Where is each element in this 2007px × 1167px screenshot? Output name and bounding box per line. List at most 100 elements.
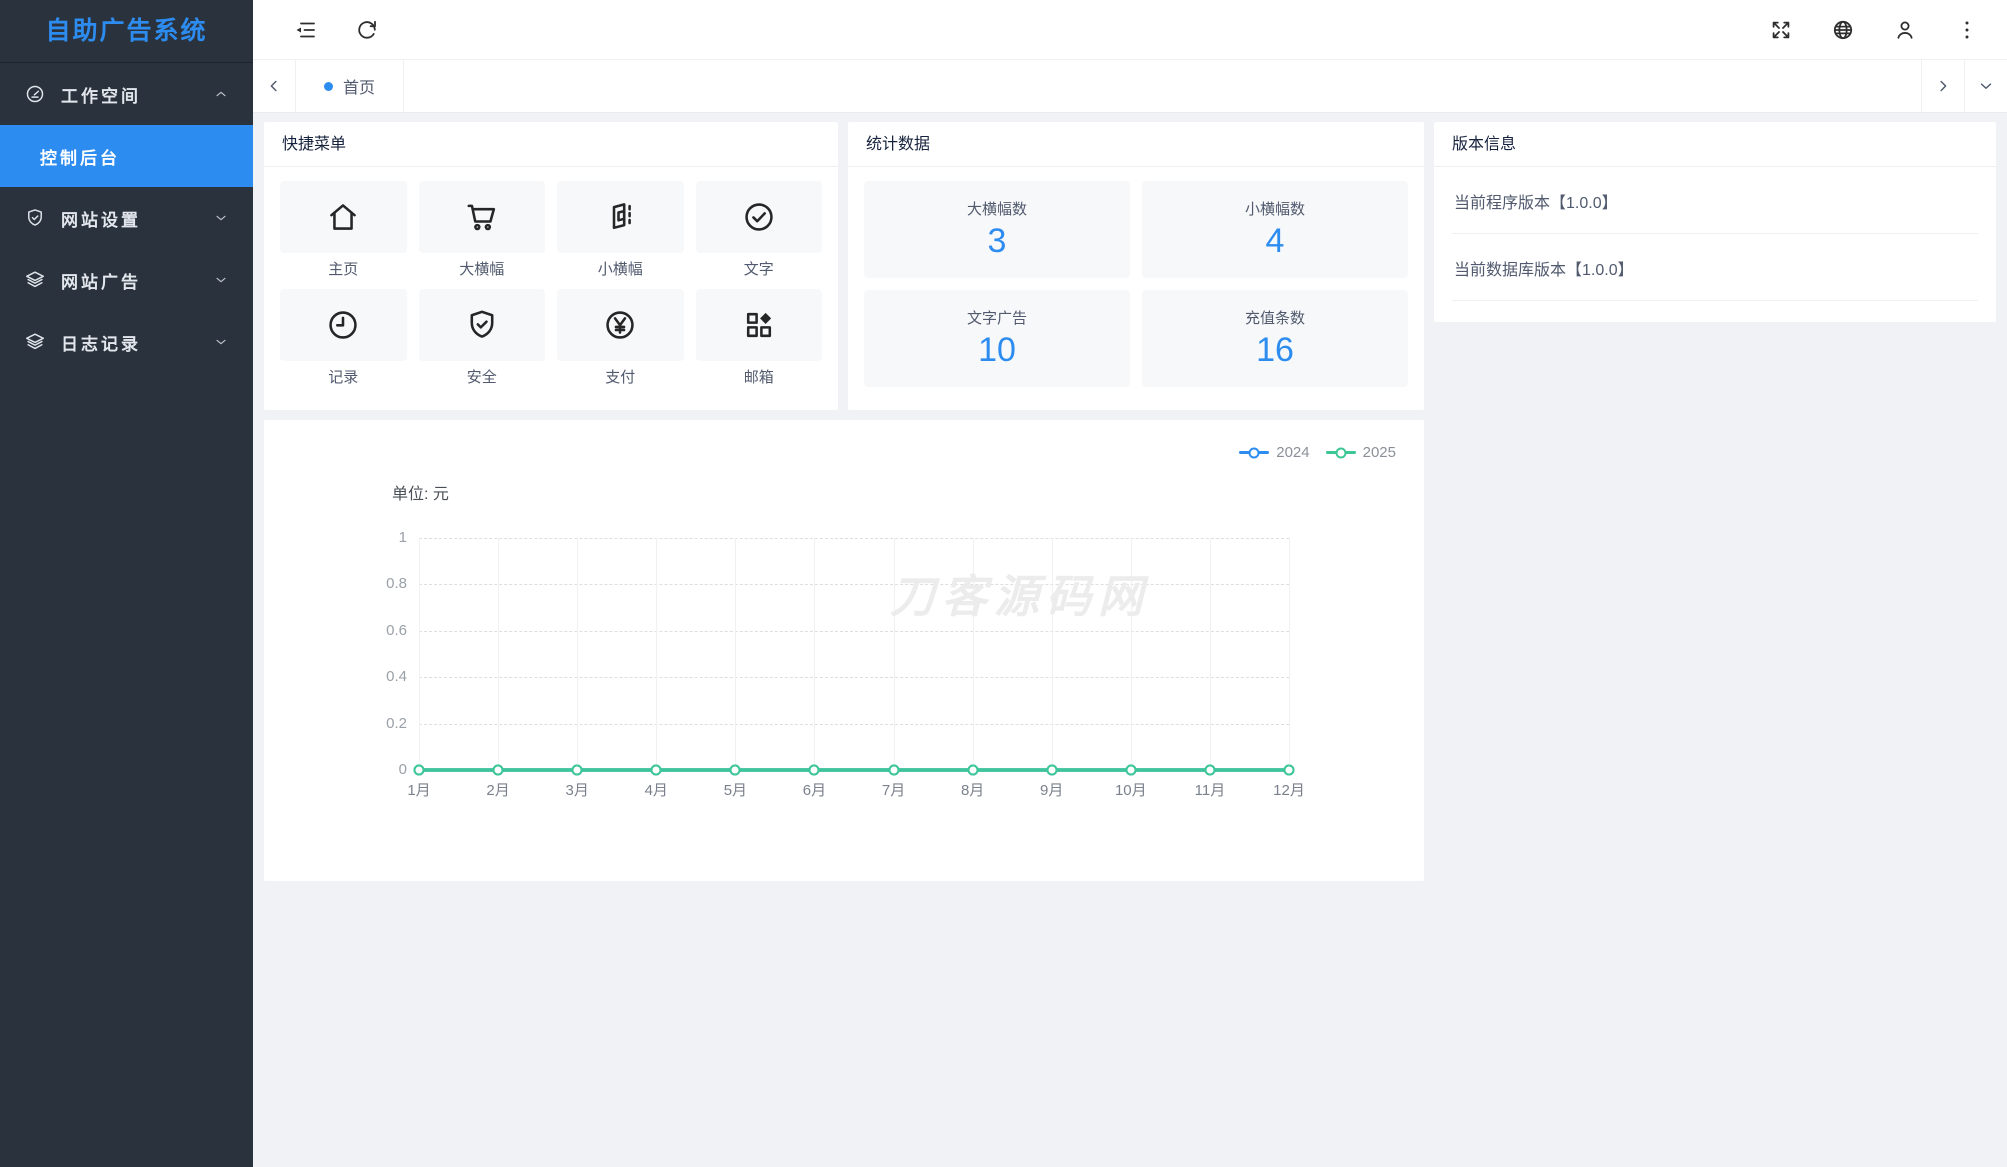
layers-icon [24, 269, 46, 291]
x-axis-tick-label: 2月 [486, 782, 510, 799]
chart-legend: 2024 2025 [1239, 444, 1396, 461]
quick-tile-mailbox[interactable] [695, 289, 822, 361]
quick-item-label: 记录 [328, 369, 359, 386]
sidebar-item-label: 网站设置 [61, 210, 141, 230]
x-axis-tick-label: 9月 [1040, 782, 1064, 799]
legend-label: 2024 [1276, 444, 1310, 461]
banner-icon [612, 203, 632, 230]
y-axis-tick-label: 0 [398, 761, 407, 778]
legend-marker [1325, 447, 1356, 459]
sidebar: 自助广告系统 工作空间 控制后台 网站设置 网站广告 日志记录 [0, 0, 253, 1167]
quick-item-payment: 支付 [557, 289, 684, 387]
sidebar-item-label: 网站广告 [61, 272, 141, 292]
database-version-row: 当前数据库版本【1.0.0】 [1452, 234, 1978, 301]
stat-big-banner-count: 大横幅数 3 [864, 181, 1130, 278]
sidebar-item-logs[interactable]: 日志记录 [0, 311, 253, 373]
stat-label: 文字广告 [966, 310, 1027, 327]
language-globe-icon[interactable] [1831, 18, 1855, 42]
x-axis-tick-label: 4月 [644, 782, 668, 799]
grid-line-vertical [1289, 538, 1290, 770]
chevron-down-icon [213, 210, 229, 226]
x-axis-tick-label: 8月 [960, 782, 985, 799]
stat-small-banner-count: 小横幅数 4 [1142, 181, 1408, 278]
shield-check-icon [24, 207, 46, 229]
stat-label: 充值条数 [1244, 310, 1305, 327]
data-point-marker-2025 [1283, 764, 1295, 776]
quick-item-big-banner: 大横幅 [418, 181, 545, 279]
quick-tile-payment[interactable] [557, 289, 684, 361]
data-point-marker-2025 [1204, 764, 1216, 776]
card-title: 统计数据 [848, 122, 1424, 167]
quick-item-label: 大横幅 [459, 261, 505, 278]
y-axis-tick-label: 1 [398, 529, 407, 546]
y-axis-unit-label: 单位: 元 [392, 486, 449, 503]
x-axis-tick-label: 11月 [1194, 782, 1226, 799]
stat-text-ad-count: 文字广告 10 [864, 290, 1130, 387]
cart-icon [467, 204, 495, 231]
quick-item-home: 主页 [280, 181, 407, 279]
quick-tile-security[interactable] [418, 289, 545, 361]
fullscreen-icon[interactable] [1769, 18, 1793, 42]
tab-label: 首页 [342, 80, 375, 97]
quick-item-label: 邮箱 [743, 369, 774, 386]
quick-tile-home[interactable] [280, 181, 407, 253]
tab-scroll-right-button[interactable] [1921, 60, 1964, 112]
quick-tile-text[interactable] [695, 181, 822, 253]
stat-recharge-count: 充值条数 16 [1142, 290, 1408, 387]
quick-item-label: 安全 [466, 369, 497, 386]
user-icon[interactable] [1893, 18, 1917, 42]
app-logo: 自助广告系统 [45, 17, 208, 45]
main-content: 快捷菜单 主页 大横幅 小横幅 文字 记录 安全 支付 邮箱 统计数据 大横幅数… [253, 113, 2007, 1167]
sidebar-item-workspace[interactable]: 工作空间 [0, 63, 253, 125]
check-circle-icon [745, 203, 773, 231]
data-point-marker-2025 [1046, 764, 1058, 776]
line-chart-plot-area: 0 0.2 0.4 0.6 0.8 1 1月 2月 3月 4月 5月 6月 7月 8月 9月 10月 11月 12… [386, 529, 1305, 799]
quick-item-security: 安全 [418, 289, 545, 387]
chevron-down-icon [213, 334, 229, 350]
y-axis-tick-label: 0.8 [386, 575, 407, 593]
legend-marker [1239, 447, 1270, 459]
watermark-text: 刀客源码网 [890, 571, 1151, 622]
quick-tile-big-banner[interactable] [418, 181, 545, 253]
legend-item-2024[interactable]: 2024 [1239, 444, 1310, 461]
tab-spacer [404, 60, 1921, 112]
y-axis-tick-label: 0.2 [386, 714, 407, 732]
data-point-marker-2025 [888, 764, 900, 776]
collapse-sidebar-icon[interactable] [293, 18, 317, 42]
sidebar-item-site-settings[interactable]: 网站设置 [0, 187, 253, 249]
quick-item-records: 记录 [280, 289, 407, 387]
x-axis-tick-label: 6月 [802, 782, 827, 799]
quick-item-label: 小横幅 [597, 261, 643, 278]
sidebar-item-control-backend[interactable]: 控制后台 [0, 125, 253, 187]
quick-tile-small-banner[interactable] [557, 181, 684, 253]
shield-icon [470, 310, 494, 338]
card-title: 快捷菜单 [264, 122, 838, 167]
data-point-marker-2025 [571, 764, 583, 776]
x-axis-tick-label: 3月 [565, 782, 589, 799]
chevron-up-icon [213, 86, 229, 102]
components-icon [746, 312, 771, 338]
tab-options-button[interactable] [1964, 60, 2007, 112]
series-line-2025 [419, 538, 1289, 770]
data-point-marker-2025 [492, 764, 504, 776]
x-axis-tick-label: 5月 [723, 782, 748, 799]
data-point-marker-2025 [650, 764, 662, 776]
legend-item-2025[interactable]: 2025 [1325, 444, 1396, 461]
chart-card: 2024 2025 单位: 元 刀客源码网 0 0.2 0.4 0.6 0.8 1 1月 2月… [264, 420, 1424, 881]
stat-label: 大横幅数 [966, 201, 1027, 218]
stat-value: 3 [987, 222, 1007, 260]
tab-home[interactable]: 首页 [296, 60, 404, 112]
refresh-icon[interactable] [355, 18, 379, 42]
quick-tile-records[interactable] [280, 289, 407, 361]
home-icon [330, 204, 357, 230]
layers-icon [24, 331, 46, 353]
card-title: 版本信息 [1434, 122, 1996, 167]
tab-scroll-left-button[interactable] [253, 60, 296, 112]
yen-circle-icon [606, 311, 634, 339]
more-menu-icon[interactable] [1955, 18, 1979, 42]
y-axis-tick-label: 0.4 [386, 668, 407, 686]
sidebar-item-label: 工作空间 [61, 86, 141, 106]
quick-item-mailbox: 邮箱 [695, 289, 822, 387]
sidebar-item-site-ads[interactable]: 网站广告 [0, 249, 253, 311]
sidebar-item-label: 控制后台 [40, 148, 120, 168]
